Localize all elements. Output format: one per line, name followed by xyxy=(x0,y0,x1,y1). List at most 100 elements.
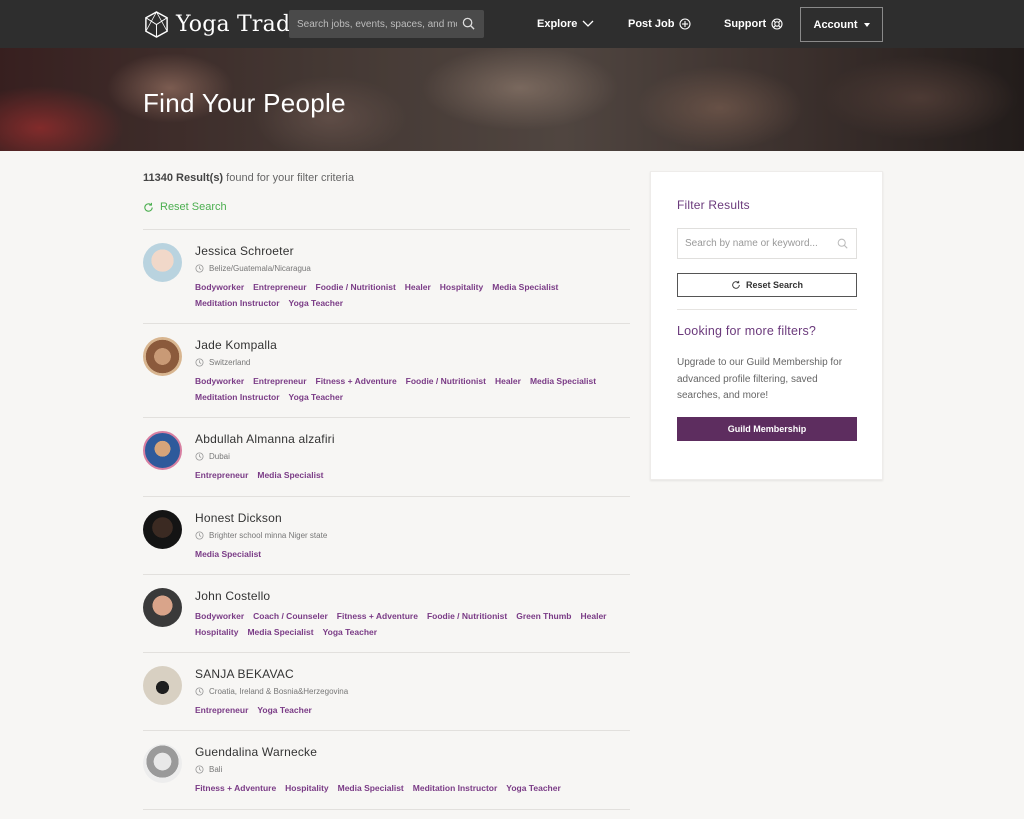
tag-link[interactable]: Entrepreneur xyxy=(195,467,248,483)
global-search xyxy=(289,10,484,38)
lifebuoy-icon xyxy=(771,18,783,30)
nav-post-job[interactable]: Post Job xyxy=(628,0,692,48)
tag-link[interactable]: Hospitality xyxy=(285,780,328,796)
person-name[interactable]: Abdullah Almanna alzafiri xyxy=(195,432,335,446)
person-tags: Bodyworker Entrepreneur Foodie / Nutrition… xyxy=(195,279,625,311)
location-icon xyxy=(195,264,204,273)
tag-link[interactable]: Meditation Instructor xyxy=(195,389,280,405)
divider xyxy=(677,309,857,310)
nav-support[interactable]: Support xyxy=(724,0,783,48)
tag-link[interactable]: Bodyworker xyxy=(195,279,244,295)
tag-link[interactable]: Entrepreneur xyxy=(195,702,248,718)
tag-link[interactable]: Hospitality xyxy=(195,624,238,640)
caret-down-icon xyxy=(863,22,870,27)
person-location: Bali xyxy=(195,765,222,774)
person-location-label: Bali xyxy=(209,765,223,774)
upgrade-text: Upgrade to our Guild Membership for adva… xyxy=(677,357,843,401)
person-location-label: Switzerland xyxy=(209,358,251,367)
tag-link[interactable]: Yoga Teacher xyxy=(289,389,343,405)
list-item: Honest Dickson Brighter school minna Nig… xyxy=(143,496,630,574)
tag-link[interactable]: Media Specialist xyxy=(492,279,558,295)
tag-link[interactable]: Meditation Instructor xyxy=(195,295,280,311)
people-list: Jessica Schroeter Belize/Guatemala/Nicar… xyxy=(143,229,630,810)
tag-link[interactable]: Fitness + Adventure xyxy=(195,780,276,796)
filter-results-title: Filter Results xyxy=(677,198,750,212)
location-icon xyxy=(195,358,204,367)
tag-link[interactable]: Media Specialist xyxy=(530,373,596,389)
chevron-down-icon xyxy=(582,20,594,27)
person-tags: Entrepreneur Yoga Teacher xyxy=(195,702,625,718)
avatar[interactable] xyxy=(143,588,182,627)
list-item: Guendalina Warnecke Bali Fitness + Adven… xyxy=(143,730,630,810)
person-location: Dubai xyxy=(195,452,230,461)
person-name[interactable]: Honest Dickson xyxy=(195,511,282,525)
tag-link[interactable]: Green Thumb xyxy=(516,608,571,624)
tag-link[interactable]: Media Specialist xyxy=(195,546,261,562)
plus-circle-icon xyxy=(679,18,692,30)
location-icon xyxy=(195,531,204,540)
tag-link[interactable]: Meditation Instructor xyxy=(413,780,498,796)
nav-support-label: Support xyxy=(724,18,767,30)
avatar[interactable] xyxy=(143,510,182,549)
tag-link[interactable]: Media Specialist xyxy=(257,467,323,483)
avatar[interactable] xyxy=(143,243,182,282)
list-item: John Costello Bodyworker Coach / Counsele… xyxy=(143,574,630,652)
tag-link[interactable]: Fitness + Adventure xyxy=(337,608,418,624)
tag-link[interactable]: Bodyworker xyxy=(195,373,244,389)
tag-link[interactable]: Entrepreneur xyxy=(253,279,306,295)
results-count: 11340 Result(s) found for your filter cr… xyxy=(143,172,354,184)
hero-banner: Find Your People xyxy=(0,48,1024,151)
avatar[interactable] xyxy=(143,744,182,783)
nav-post-job-label: Post Job xyxy=(628,18,675,30)
tag-link[interactable]: Media Specialist xyxy=(338,780,404,796)
person-name[interactable]: Jade Kompalla xyxy=(195,338,277,352)
tag-link[interactable]: Healer xyxy=(495,373,521,389)
person-name[interactable]: SANJA BEKAVAC xyxy=(195,667,294,681)
search-icon[interactable] xyxy=(462,17,475,30)
avatar[interactable] xyxy=(143,666,182,705)
results-count-number: 11340 Result(s) xyxy=(143,172,224,184)
tag-link[interactable]: Yoga Teacher xyxy=(323,624,377,640)
tag-link[interactable]: Hospitality xyxy=(440,279,483,295)
list-item: Jessica Schroeter Belize/Guatemala/Nicar… xyxy=(143,229,630,323)
tag-link[interactable]: Healer xyxy=(580,608,606,624)
tag-link[interactable]: Yoga Teacher xyxy=(506,780,560,796)
logo-text: Yoga Trade xyxy=(176,11,304,37)
avatar[interactable] xyxy=(143,337,182,376)
tag-link[interactable]: Entrepreneur xyxy=(253,373,306,389)
results-count-suffix: found for your filter criteria xyxy=(226,172,354,184)
tag-link[interactable]: Bodyworker xyxy=(195,608,244,624)
account-dropdown-button[interactable]: Account xyxy=(800,7,883,42)
tag-link[interactable]: Foodie / Nutritionist xyxy=(316,279,396,295)
person-name[interactable]: Jessica Schroeter xyxy=(195,244,294,258)
location-icon xyxy=(195,765,204,774)
tag-link[interactable]: Coach / Counseler xyxy=(253,608,328,624)
tag-link[interactable]: Yoga Teacher xyxy=(289,295,343,311)
more-filters-title: Looking for more filters? xyxy=(677,324,817,338)
tag-link[interactable]: Media Specialist xyxy=(247,624,313,640)
tag-link[interactable]: Fitness + Adventure xyxy=(316,373,397,389)
page-title: Find Your People xyxy=(143,88,346,118)
filter-panel: Filter Results Reset Search Looking for … xyxy=(650,171,883,480)
logo[interactable]: Yoga Trade xyxy=(143,10,303,38)
tag-link[interactable]: Foodie / Nutritionist xyxy=(427,608,507,624)
filter-search-input[interactable] xyxy=(678,229,833,258)
tag-link[interactable]: Foodie / Nutritionist xyxy=(406,373,486,389)
person-location: Brighter school minna Niger state xyxy=(195,531,327,540)
person-name[interactable]: John Costello xyxy=(195,589,270,603)
reset-search-link[interactable]: Reset Search xyxy=(143,201,227,213)
sidebar-reset-button[interactable]: Reset Search xyxy=(677,273,857,297)
account-label: Account xyxy=(813,18,858,31)
nav-explore-label: Explore xyxy=(537,18,578,30)
location-icon xyxy=(195,452,204,461)
avatar[interactable] xyxy=(143,431,182,470)
person-location: Switzerland xyxy=(195,358,250,367)
nav-explore[interactable]: Explore xyxy=(537,0,594,48)
person-name[interactable]: Guendalina Warnecke xyxy=(195,745,317,759)
person-location-label: Croatia, Ireland & Bosnia&Herzegovina xyxy=(209,687,349,696)
tag-link[interactable]: Healer xyxy=(405,279,431,295)
guild-membership-button[interactable]: Guild Membership xyxy=(677,417,857,441)
search-icon[interactable] xyxy=(837,238,848,249)
tag-link[interactable]: Yoga Teacher xyxy=(257,702,311,718)
global-search-input[interactable] xyxy=(289,10,457,38)
